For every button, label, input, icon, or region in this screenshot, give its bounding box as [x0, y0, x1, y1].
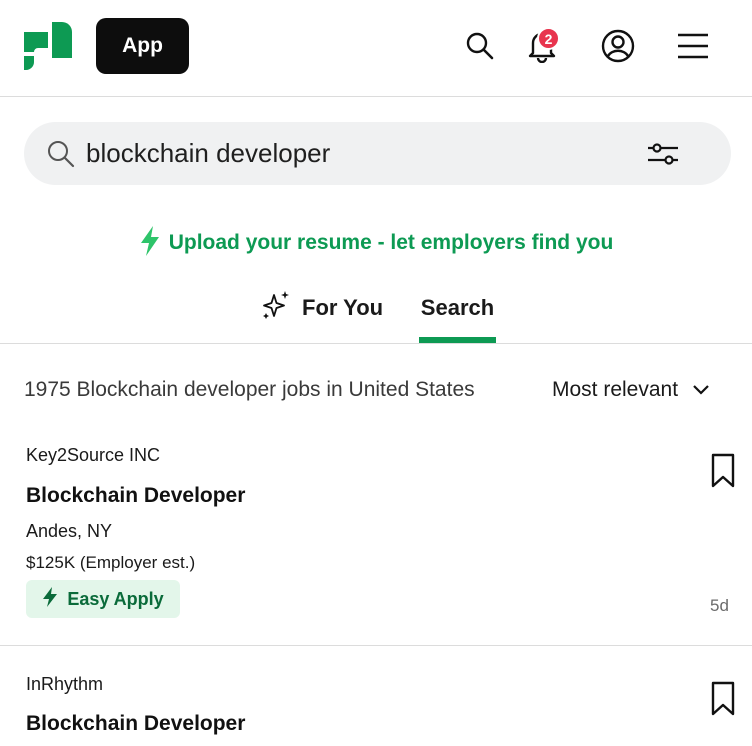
- job-title[interactable]: Blockchain Developer: [26, 712, 245, 736]
- chevron-down-icon: [692, 378, 710, 402]
- bookmark-icon[interactable]: [708, 452, 738, 490]
- search-icon[interactable]: [462, 28, 498, 64]
- menu-icon[interactable]: [675, 28, 711, 64]
- tab-for-you[interactable]: For You: [260, 288, 383, 328]
- glassdoor-logo[interactable]: [22, 20, 74, 72]
- results-count: 1975 Blockchain developer jobs in United…: [24, 378, 475, 401]
- job-search-bar: [24, 122, 731, 185]
- tab-bar: For You Search: [0, 280, 752, 344]
- lightning-icon: [139, 225, 161, 262]
- notification-badge: 2: [537, 27, 560, 50]
- job-card[interactable]: Key2Source INC Blockchain Developer Ande…: [0, 430, 752, 646]
- upload-resume-text: Upload your resume - let employers find …: [168, 231, 614, 254]
- tab-search[interactable]: Search: [419, 288, 496, 328]
- upload-resume-link[interactable]: Upload your resume - let employers find …: [0, 225, 752, 261]
- job-company: InRhythm: [26, 674, 104, 694]
- sort-dropdown[interactable]: Most relevant: [552, 374, 710, 406]
- search-icon: [46, 139, 76, 174]
- lightning-icon: [42, 586, 58, 613]
- tab-for-you-label: For You: [302, 295, 384, 320]
- job-location: Andes, NY: [26, 521, 113, 541]
- job-company: Key2Source INC: [26, 445, 161, 465]
- search-input[interactable]: [86, 132, 626, 174]
- app-button[interactable]: App: [96, 18, 189, 74]
- job-salary: $125K (Employer est.): [26, 553, 196, 572]
- top-header: App 2: [0, 0, 752, 97]
- filter-icon[interactable]: [643, 137, 683, 171]
- bookmark-icon[interactable]: [708, 680, 738, 718]
- easy-apply-badge: Easy Apply: [26, 580, 180, 618]
- sort-label: Most relevant: [552, 378, 679, 401]
- sparkle-icon: [260, 289, 292, 327]
- job-age: 5d: [710, 596, 729, 615]
- easy-apply-label: Easy Apply: [67, 588, 164, 609]
- account-icon[interactable]: [600, 28, 636, 64]
- job-card[interactable]: InRhythm Blockchain Developer: [0, 660, 752, 746]
- active-tab-indicator: [419, 337, 496, 343]
- job-title[interactable]: Blockchain Developer: [26, 484, 245, 508]
